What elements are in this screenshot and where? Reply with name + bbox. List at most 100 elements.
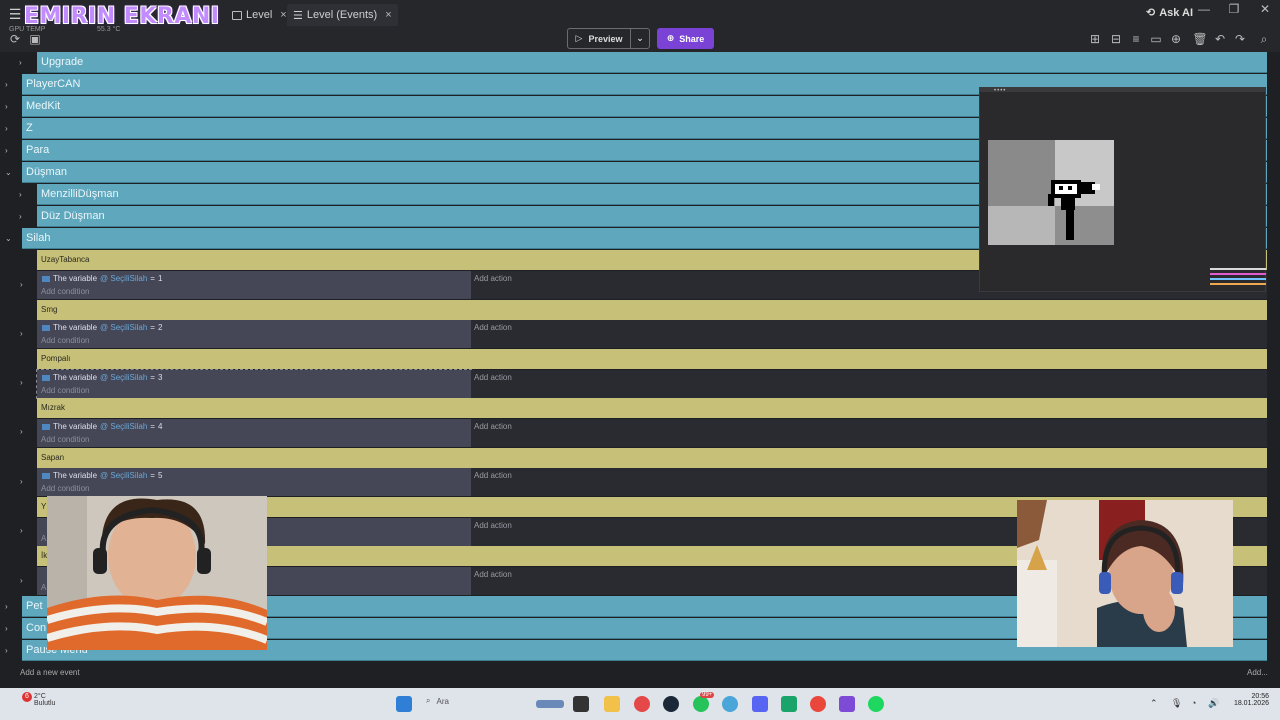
condition-block[interactable]: The variable @ SeçiliSilah = 3 Add conditio… [36,369,472,399]
weather-widget[interactable]: 2°C Bulutlu [19,693,55,707]
wifi-icon[interactable]: ◔ [1191,698,1196,708]
chevron-right-icon[interactable]: › [19,58,22,67]
operator: = [150,471,155,480]
task-view-icon[interactable] [573,696,589,712]
condition-value: 5 [157,471,163,480]
action-block[interactable]: Add action [471,468,1267,496]
chevron-down-icon[interactable]: ⌄ [5,168,12,177]
clock-time: 20:56 [1251,693,1269,700]
add-condition-link[interactable]: A [41,583,46,592]
add-action-link[interactable]: Add action [474,471,512,480]
file-explorer-icon[interactable] [604,696,620,712]
action-block[interactable]: Add action [471,419,1267,447]
chevron-right-icon[interactable]: › [5,624,8,633]
chevron-right-icon[interactable]: › [20,329,23,338]
chevron-right-icon[interactable]: › [5,646,8,655]
chevron-right-icon[interactable]: › [5,80,8,89]
add-condition-link[interactable]: A [41,534,46,543]
app-icon[interactable] [722,696,738,712]
chevron-right-icon[interactable]: › [20,526,23,535]
spotify-icon[interactable] [868,696,884,712]
chevron-up-icon[interactable]: ⌃ [1150,698,1158,709]
weapon-group-sapan[interactable]: Sapan [37,448,1267,468]
chevron-right-icon[interactable]: › [20,427,23,436]
add-condition-link[interactable]: Add condition [41,484,89,493]
construct-icon[interactable] [839,696,855,712]
add-include-icon[interactable]: ⊕ [1168,31,1184,47]
undo-icon[interactable]: ↶ [1212,31,1228,47]
condition-text: The variable [53,373,98,382]
weapon-group-pompali[interactable]: Pompalı [37,349,1267,369]
preview-dropdown-icon[interactable]: ⌄ [631,33,649,44]
chevron-right-icon[interactable]: › [19,212,22,221]
chevron-right-icon[interactable]: › [20,280,23,289]
tab-level-close-icon[interactable]: × [280,9,286,21]
condition-block[interactable]: The variable @ SeçiliSilah = 5 Add conditio… [37,468,471,496]
add-action-link[interactable]: Add action [474,521,512,530]
add-condition-link[interactable]: Add condition [41,287,89,296]
microphone-icon[interactable]: 🎙 [1171,698,1182,709]
save-icon[interactable]: ▣ [27,31,43,47]
add-event-icon[interactable]: ⊞ [1087,31,1103,47]
condition-block[interactable]: The variable @ SeçiliSilah = 2 Add conditio… [37,320,471,348]
minimize-icon[interactable]: — [1194,2,1214,16]
steam-icon[interactable] [663,696,679,712]
redo-icon[interactable]: ↷ [1232,31,1248,47]
tab-level[interactable]: Level × [226,4,293,26]
add-comment-icon[interactable]: ▭ [1148,31,1164,47]
chevron-right-icon[interactable]: › [20,477,23,486]
add-subevent-icon[interactable]: ≡ [1128,31,1144,47]
search-icon[interactable]: ⌕ [1256,31,1272,47]
layout-icon [232,10,242,20]
weapon-group-smg[interactable]: Smg [37,300,1267,320]
taskbar-search[interactable]: ⌕ Ara [426,696,449,706]
windows-start-icon[interactable] [396,696,412,712]
action-block[interactable]: Add action [471,370,1267,398]
group-upgrade[interactable]: Upgrade [37,52,1267,73]
delete-icon[interactable]: 🗑 [1192,31,1208,47]
ask-ai-button[interactable]: ⟲ Ask AI [1146,6,1193,20]
chevron-right-icon[interactable]: › [20,378,23,387]
add-condition-link[interactable]: Add condition [41,336,89,345]
condition-value: 2 [157,323,163,332]
chevron-down-icon[interactable]: ⌄ [5,234,12,243]
close-window-icon[interactable]: ✕ [1255,2,1275,16]
clock[interactable]: 20:56 18.01.2026 [1229,693,1269,707]
add-condition-link[interactable]: Add condition [41,386,89,395]
discord-icon[interactable] [752,696,768,712]
widgets-icon[interactable] [536,700,564,708]
variable-name: @ SeçiliSilah [100,323,148,332]
share-button[interactable]: ⊕ Share [657,28,714,49]
add-action-link[interactable]: Add action [474,373,512,382]
chrome-icon[interactable] [810,696,826,712]
add-action-link[interactable]: Add action [474,570,512,579]
condition-block[interactable]: The variable @ SeçiliSilah = 1 Add conditio… [37,271,471,299]
add-more-link[interactable]: Add... [1247,668,1268,677]
chevron-right-icon[interactable]: › [20,576,23,585]
refresh-icon[interactable]: ⟳ [7,31,23,47]
whatsapp-icon[interactable] [693,696,709,712]
tab-level-events-close-icon[interactable]: × [385,9,391,21]
opera-icon[interactable] [634,696,650,712]
chevron-right-icon[interactable]: › [5,102,8,111]
chevron-right-icon[interactable]: › [5,146,8,155]
variable-name: @ SeçiliSilah [100,274,148,283]
add-group-icon[interactable]: ⊟ [1108,31,1124,47]
chevron-right-icon[interactable]: › [5,124,8,133]
preview-button[interactable]: ▷ Preview ⌄ [567,28,650,49]
weapon-group-mizrak[interactable]: Mızrak [37,398,1267,418]
condition-block[interactable]: The variable @ SeçiliSilah = 4 Add conditio… [37,419,471,447]
add-condition-link[interactable]: Add condition [41,435,89,444]
add-action-link[interactable]: Add action [474,323,512,332]
app-green-icon[interactable] [781,696,797,712]
add-action-link[interactable]: Add action [474,274,512,283]
chevron-right-icon[interactable]: › [5,602,8,611]
window-handle[interactable]: •••• [994,88,1006,94]
add-action-link[interactable]: Add action [474,422,512,431]
maximize-icon[interactable]: ❐ [1224,2,1244,16]
volume-icon[interactable]: 🔊 [1208,698,1219,709]
action-block[interactable]: Add action [471,320,1267,348]
tab-level-events[interactable]: ☰ Level (Events) × [287,4,398,26]
chevron-right-icon[interactable]: › [19,190,22,199]
add-new-event-link[interactable]: Add a new event [20,668,80,677]
